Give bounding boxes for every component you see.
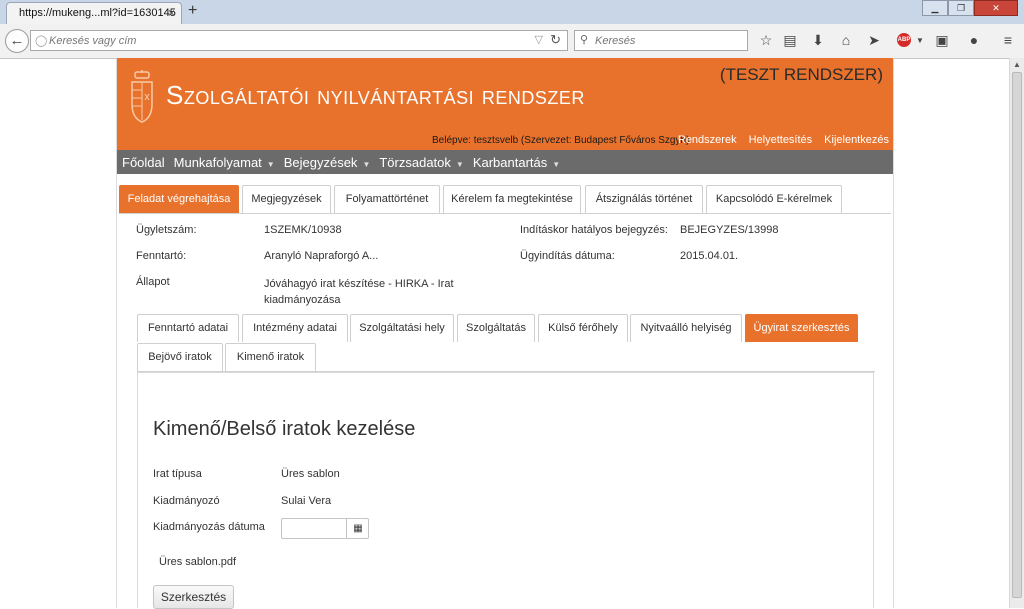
site-header: Szolgáltatói nyilvántartási rendszer (TE… — [117, 58, 893, 130]
tab-kerelem-fa[interactable]: Kérelem fa megtekintése — [443, 185, 581, 213]
link-kijelentkezes[interactable]: Kijelentkezés — [824, 134, 889, 146]
header-links: Rendszerek Helyettesítés Kijelentkezés — [678, 134, 889, 146]
chevron-down-icon[interactable]: ▼ — [910, 36, 930, 45]
window-controls: ▁ ❐ ✕ — [922, 0, 1018, 16]
menu-item-karbantartas[interactable]: Karbantartás ▼ — [473, 155, 560, 170]
subtab-kulso-ferohely[interactable]: Külső férőhely — [538, 314, 628, 342]
menu-item-fooldal[interactable]: Főoldal — [122, 155, 165, 170]
page: Szolgáltatói nyilvántartási rendszer (TE… — [116, 58, 894, 609]
tab-megjegyzesek[interactable]: Megjegyzések — [242, 185, 331, 213]
globe-icon: ◯ — [35, 35, 48, 47]
tab-atszignalas-tortenet[interactable]: Átszignálás történet — [585, 185, 703, 213]
menu-item-torzsadatok[interactable]: Törzsadatok ▼ — [379, 155, 463, 170]
file-name[interactable]: Üres sablon.pdf — [159, 556, 236, 568]
subtab-panel — [137, 372, 874, 608]
search-bar[interactable]: ⚲ — [574, 30, 748, 51]
subtab-fenntarto-adatai[interactable]: Fenntartó adatai — [137, 314, 239, 342]
subtab-bejovo-iratok[interactable]: Bejövő iratok — [137, 343, 223, 371]
scroll-up-icon[interactable]: ▲ — [1013, 60, 1021, 69]
main-tabs: Feladat végrehajtása Megjegyzések Folyam… — [119, 185, 891, 214]
test-system-label: (TESZT RENDSZER) — [719, 65, 883, 84]
subtab-kimeno-iratok[interactable]: Kimenő iratok — [225, 343, 316, 371]
url-bar[interactable]: ◯ ▽ ↻ — [30, 30, 568, 51]
fenntarto-value: Aranyló Napraforgó A... — [264, 250, 379, 262]
subtab-intezmeny-adatai[interactable]: Intézmény adatai — [242, 314, 348, 342]
subtab-nyitvaallo-helyiseg[interactable]: Nyitvaálló helyiség — [630, 314, 742, 342]
section-title: Kimenő/Belső iratok kezelése — [153, 418, 416, 440]
kiadmanyozo-value: Sulai Vera — [281, 495, 332, 507]
kiadmanyozas-datuma-field[interactable]: ▦ — [281, 518, 369, 539]
caret-down-icon: ▼ — [362, 159, 371, 169]
hamburger-menu-icon[interactable]: ≡ — [998, 32, 1018, 48]
user-bar: Belépve: tesztsvelb (Szervezet: Budapest… — [117, 130, 893, 150]
coat-of-arms-icon — [131, 70, 153, 123]
scrollbar-thumb[interactable] — [1012, 72, 1022, 598]
ugyinditas-value: 2015.04.01. — [680, 250, 739, 262]
inditaskor-label: Indításkor hatályos bejegyzés: — [520, 224, 668, 236]
menu-item-bejegyzesek[interactable]: Bejegyzések ▼ — [284, 155, 371, 170]
browser-toolbar: ← ◯ ▽ ↻ ⚲ ☆ ▤ ⬇ ⌂ ➤ ABP ▼ ▣ ● ≡ — [0, 24, 1024, 59]
main-menu: Főoldal Munkafolyamat ▼ Bejegyzések ▼ Törz… — [117, 150, 893, 174]
ugyletszam-value: 1SZEMK/10938 — [264, 224, 342, 236]
link-rendszerek[interactable]: Rendszerek — [678, 134, 737, 146]
tab-folyamattortenet[interactable]: Folyamattörténet — [334, 185, 440, 213]
home-icon[interactable]: ⌂ — [836, 32, 856, 48]
link-helyettesites[interactable]: Helyettesítés — [749, 134, 813, 146]
subtab-szolgaltatasi-hely[interactable]: Szolgáltatási hely — [350, 314, 454, 342]
maximize-button[interactable]: ❐ — [948, 0, 974, 16]
logged-in-user: Belépve: tesztsvelb (Szervezet: Budapest… — [432, 135, 690, 146]
close-tab-icon[interactable]: × — [168, 6, 175, 20]
new-tab-button[interactable]: + — [188, 2, 197, 20]
edit-button[interactable]: Szerkesztés — [153, 585, 234, 609]
app-title: Szolgáltatói nyilvántartási rendszer — [166, 80, 585, 110]
ugyletszam-label: Ügyletszám: — [136, 224, 197, 236]
date-input[interactable] — [284, 521, 342, 536]
calendar-icon[interactable]: ▦ — [346, 519, 369, 538]
browser-tab-strip: https://mukeng...ml?id=1630145 × + ▁ ❐ ✕ — [0, 0, 1024, 24]
irat-tipusa-label: Irat típusa — [153, 468, 202, 480]
share-icon[interactable]: ➤ — [864, 32, 884, 49]
adblock-icon[interactable]: ABP — [897, 33, 911, 47]
chat-icon[interactable]: ● — [964, 32, 984, 48]
caret-down-icon: ▼ — [552, 159, 561, 169]
ugyinditas-label: Ügyindítás dátuma: — [520, 250, 615, 262]
subtab-ugyirat-szerkesztes[interactable]: Ügyirat szerkesztés — [745, 314, 858, 342]
allapot-label: Állapot — [136, 276, 170, 288]
menu-item-munkafolyamat[interactable]: Munkafolyamat ▼ — [174, 155, 275, 170]
allapot-value: Jóváhagyó irat készítése - HIRKA - Irat … — [264, 278, 454, 306]
irat-tipusa-value: Üres sablon — [281, 468, 340, 480]
back-arrow-icon[interactable]: ← — [5, 29, 29, 53]
kiadmanyozo-label: Kiadmányozó — [153, 495, 220, 507]
reading-list-icon[interactable]: ▤ — [780, 32, 800, 49]
close-window-button[interactable]: ✕ — [974, 0, 1018, 16]
browser-tab[interactable]: https://mukeng...ml?id=1630145 × — [6, 2, 182, 24]
caret-down-icon: ▼ — [455, 159, 464, 169]
browser-tab-title: https://mukeng...ml?id=1630145 — [19, 7, 176, 19]
fenntarto-label: Fenntartó: — [136, 250, 187, 262]
search-icon: ⚲ — [580, 34, 589, 46]
minimize-button[interactable]: ▁ — [922, 0, 948, 16]
download-icon[interactable]: ⬇ — [808, 32, 828, 49]
subtab-szolgaltatas[interactable]: Szolgáltatás — [457, 314, 535, 342]
reload-icon[interactable]: ↻ — [550, 32, 561, 48]
inditaskor-value: BEJEGYZES/13998 — [680, 224, 779, 236]
caret-down-icon: ▼ — [266, 159, 275, 169]
vertical-scrollbar[interactable]: ▲ — [1009, 58, 1024, 608]
bookmark-star-icon[interactable]: ☆ — [756, 32, 776, 49]
url-input[interactable] — [49, 33, 519, 48]
kiadmanyozas-datuma-label: Kiadmányozás dátuma — [153, 521, 265, 533]
tab-kapcsolodo-e-kerelmek[interactable]: Kapcsolódó E-kérelmek — [706, 185, 842, 213]
tab-feladat-vegrehajtasa[interactable]: Feladat végrehajtása — [119, 185, 239, 213]
search-input[interactable] — [595, 33, 740, 48]
history-dropdown-icon[interactable]: ▽ — [535, 33, 543, 46]
screenshot-icon[interactable]: ▣ — [932, 32, 952, 49]
